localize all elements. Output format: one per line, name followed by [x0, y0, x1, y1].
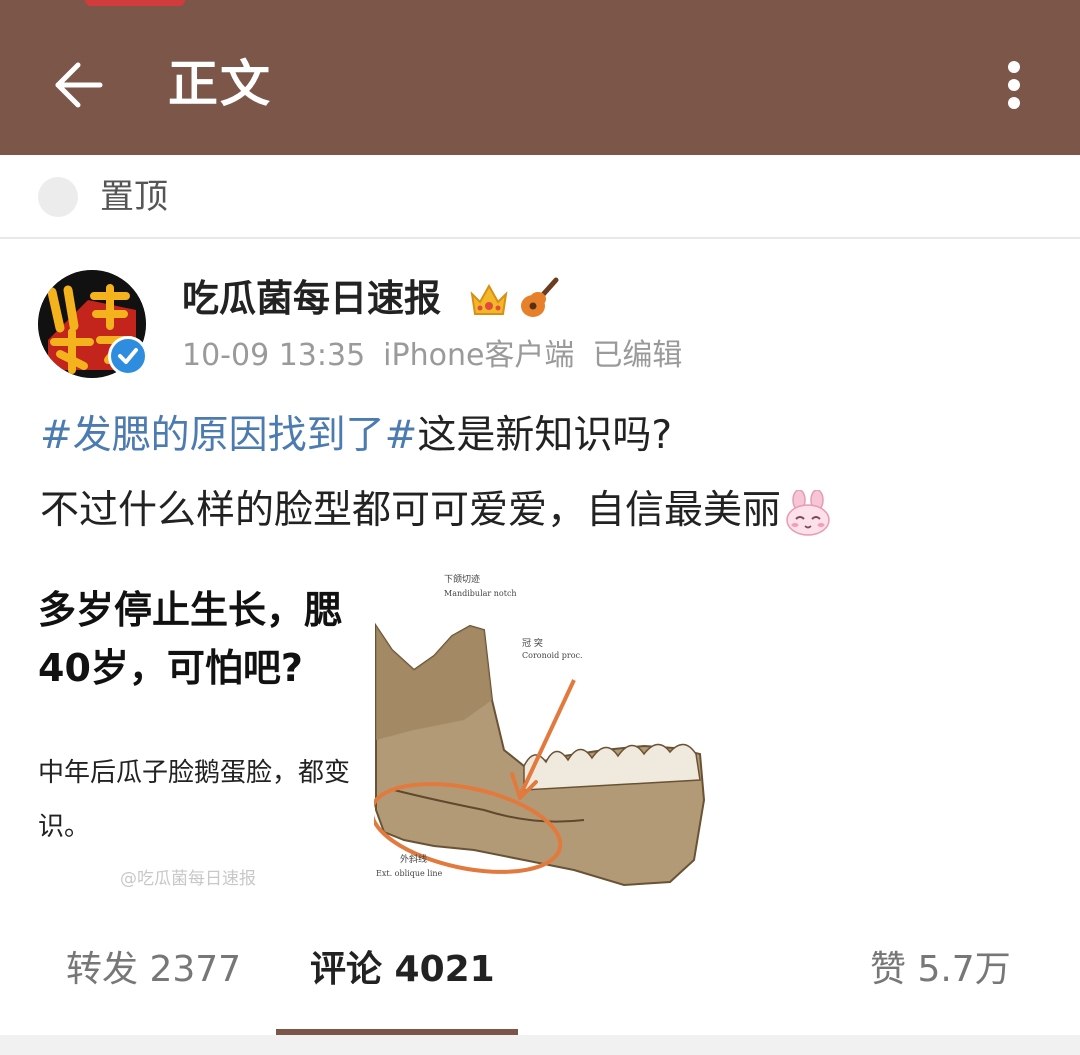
- svg-text:Ext. oblique line: Ext. oblique line: [376, 869, 443, 878]
- post-meta: 10-09 13:35 iPhone客户端 已编辑: [182, 335, 700, 377]
- post-edited-label[interactable]: 已编辑: [592, 338, 682, 373]
- image-text-line-1: 多岁停止生长，腮: [38, 588, 343, 632]
- post-text-line-2: 不过什么样的脸型都可可爱爱，自信最美丽: [40, 485, 833, 537]
- bunny-emoji-icon: [786, 489, 830, 536]
- author-name[interactable]: 吃瓜菌每日速报: [182, 275, 441, 323]
- post-text-2: 不过什么样的脸型都可可爱爱，自信最美丽: [40, 488, 782, 533]
- image-text-line-4: 识。: [38, 812, 91, 842]
- divider: [0, 1035, 1080, 1055]
- tab-repost[interactable]: 转发 2377: [66, 945, 241, 995]
- back-button[interactable]: [50, 55, 110, 115]
- svg-text:Mandibular notch: Mandibular notch: [444, 589, 517, 598]
- post-image[interactable]: 多岁停止生长，腮 40岁，可怕吧? 中年后瓜子脸鹅蛋脸，都变 识。 @吃瓜菌每日…: [38, 570, 710, 895]
- page-title: 正文: [168, 55, 272, 113]
- image-watermark: @吃瓜菌每日速报: [120, 869, 256, 889]
- guitar-icon[interactable]: [518, 276, 560, 320]
- post-text-line-1: #发腮的原因找到了#这是新知识吗?: [40, 410, 672, 462]
- verified-badge-icon: [108, 336, 148, 376]
- arrow-left-icon: [55, 62, 103, 108]
- post-client: iPhone客户端: [383, 338, 575, 373]
- svg-text:Coronoid proc.: Coronoid proc.: [522, 651, 583, 660]
- hashtag-link[interactable]: #发腮的原因找到了#: [40, 413, 417, 458]
- action-tabs: 转发 2377 评论 4021 赞 5.7万: [0, 935, 1080, 1035]
- image-text-line-2: 40岁，可怕吧?: [38, 646, 303, 690]
- pin-radio-icon[interactable]: [38, 177, 78, 217]
- tab-like[interactable]: 赞 5.7万: [870, 945, 1011, 995]
- post-timestamp: 10-09 13:35: [182, 338, 366, 373]
- pin-toggle-row[interactable]: 置顶: [0, 155, 1080, 239]
- top-app-bar: 正文: [0, 0, 1080, 155]
- tab-comment[interactable]: 评论 4021: [310, 945, 495, 995]
- crown-icon[interactable]: [468, 280, 510, 320]
- more-vertical-icon: [1008, 61, 1020, 73]
- post-text-1: 这是新知识吗?: [417, 413, 673, 458]
- jawbone-illustration: 下颌切迹 Mandibular notch 冠 突 Coronoid proc.…: [374, 570, 710, 895]
- svg-text:冠 突: 冠 突: [522, 637, 543, 649]
- pin-label: 置顶: [100, 177, 168, 217]
- svg-text:外斜线: 外斜线: [400, 853, 427, 865]
- image-text-line-3: 中年后瓜子脸鹅蛋脸，都变: [38, 758, 351, 788]
- status-indicator: [85, 0, 185, 6]
- svg-text:下颌切迹: 下颌切迹: [444, 573, 480, 585]
- more-options-button[interactable]: [990, 55, 1040, 115]
